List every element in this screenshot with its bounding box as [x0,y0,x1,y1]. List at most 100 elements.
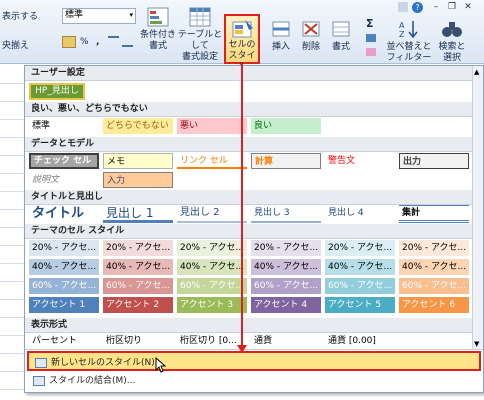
style-warning[interactable]: 警告文 [325,153,395,169]
style-theme-60-6[interactable]: 60% - アクセ... [399,278,469,294]
style-theme-accent-3[interactable]: アクセント 3 [177,297,247,313]
wrap-text-button[interactable]: 表示する [2,9,38,22]
section-titles: タイトルと見出し [25,190,483,205]
conditional-format-label2: 書式 [148,41,167,51]
section-themed: テーマのセル スタイル [25,224,483,239]
style-output[interactable]: 出力 [399,153,469,169]
style-title[interactable]: タイトル [29,205,99,223]
comma-button[interactable]: , [96,37,99,47]
style-heading-3[interactable]: 見出し 3 [251,205,321,223]
section-data-model: データとモデル [25,137,483,152]
style-theme-40-5[interactable]: 40% - アクセ... [325,259,395,275]
style-theme-60-3[interactable]: 60% - アクセ... [177,278,247,294]
style-theme-20-5[interactable]: 20% - アクセ... [325,240,395,256]
style-heading-2[interactable]: 見出し 2 [177,205,247,223]
chevron-down-icon: ▾ [129,11,133,19]
style-theme-40-1[interactable]: 40% - アクセ... [29,259,99,275]
style-theme-accent-5[interactable]: アクセント 5 [325,297,395,313]
cell-styles-button[interactable]: セルの スタイル [224,14,260,72]
autosum-button[interactable]: Σ [366,17,374,30]
svg-text:A: A [399,21,405,30]
format-button[interactable]: 書式 [326,18,356,53]
style-input[interactable]: 入力 [103,172,173,188]
help-icon[interactable]: ? [412,2,423,13]
style-good[interactable]: 良い [251,118,321,134]
style-theme-20-2[interactable]: 20% - アクセ... [103,240,173,256]
style-heading-4[interactable]: 見出し 4 [325,205,395,223]
style-theme-accent-4[interactable]: アクセント 4 [251,297,321,313]
binoculars-icon [442,22,462,37]
mouse-cursor-icon [155,357,167,373]
merge-styles-item[interactable]: スタイルの結合(M)... [27,371,481,391]
style-neutral[interactable]: どちらでもない [103,118,173,134]
restore-icon[interactable]: ❐ [446,2,458,13]
themed-styles-grid: 20% - アクセ... 20% - アクセ... 20% - アクセ... 20% … [25,240,473,322]
merge-styles-icon [33,376,45,386]
collapse-icon[interactable] [398,2,408,12]
sort-filter-button[interactable]: AZ 並べ替えと フィルター [386,18,432,64]
style-theme-40-4[interactable]: 40% - アクセ... [251,259,321,275]
style-total[interactable]: 集計 [399,205,469,223]
style-note[interactable]: メモ [103,153,173,169]
scroll-down-icon[interactable]: ▼ [474,340,479,348]
delete-label: 削除 [301,42,320,52]
style-explanatory[interactable]: 説明文 [29,172,99,188]
insert-label: 挿入 [271,42,290,52]
sort-filter-label1: 並べ替えと [386,42,432,52]
style-hp-heading[interactable]: HP_見出し [29,83,85,100]
style-theme-60-1[interactable]: 60% - アクセ... [29,278,99,294]
style-theme-60-5[interactable]: 60% - アクセ... [325,278,395,294]
style-theme-accent-6[interactable]: アクセント 6 [399,297,469,313]
scroll-up-icon[interactable]: ▲ [474,68,479,76]
increase-decimal-icon[interactable] [108,36,119,47]
conditional-format-button[interactable]: 条件付き 書式 [138,6,178,52]
style-percent[interactable]: パーセント [29,333,99,349]
style-check-cell[interactable]: チェック セル [29,153,99,169]
cell-styles-gallery: ユーザー設定 HP_見出し 良い、悪い、どちらでもない 標準 どちらでもない 悪… [24,65,484,393]
new-cell-style-item[interactable]: 新しいセルのスタイル(N)... [27,351,481,371]
percent-button[interactable]: % [80,37,89,47]
format-as-table-button[interactable]: テーブルとして 書式設定 [176,6,224,63]
format-label: 書式 [331,42,350,52]
style-calculation[interactable]: 計算 [251,153,321,169]
annotation-arrow-head [237,345,247,353]
style-theme-20-3[interactable]: 20% - アクセ... [177,240,247,256]
style-theme-20-4[interactable]: 20% - アクセ... [251,240,321,256]
find-select-label2: 選択 [442,53,461,63]
merge-styles-label: スタイルの結合(M)... [49,376,136,386]
style-comma[interactable]: 桁区切り [103,333,173,349]
style-theme-40-3[interactable]: 40% - アクセ... [177,259,247,275]
currency-icon[interactable] [62,36,76,48]
style-linked-cell[interactable]: リンク セル [177,153,247,169]
style-bad[interactable]: 悪い [177,118,247,134]
style-theme-20-6[interactable]: 20% - アクセ... [399,240,469,256]
style-theme-40-2[interactable]: 40% - アクセ... [103,259,173,275]
style-normal[interactable]: 標準 [29,118,99,134]
style-theme-60-2[interactable]: 60% - アクセ... [103,278,173,294]
style-theme-accent-1[interactable]: アクセント 1 [29,297,99,313]
decrease-decimal-icon[interactable] [122,36,133,47]
style-heading-1[interactable]: 見出し 1 [103,205,173,223]
find-select-button[interactable]: 検索と 選択 [432,18,472,64]
style-theme-accent-2[interactable]: アクセント 2 [103,297,173,313]
window-controls: ? – ❐ ✕ [398,2,482,14]
fill-icon[interactable] [366,34,376,42]
section-good-bad: 良い、悪い、どちらでもない [25,102,483,117]
clear-icon[interactable] [366,48,376,56]
table-format-label1: テーブルとして [177,30,223,51]
table-format-icon [189,7,211,27]
style-currency-0[interactable]: 通貨 [0.00] [325,333,395,349]
number-format-select[interactable]: 標準 ▾ [62,8,136,24]
style-theme-20-1[interactable]: 20% - アクセ... [29,240,99,256]
insert-button[interactable]: 挿入 [266,18,296,53]
close-icon[interactable]: ✕ [462,2,474,13]
merge-center-button[interactable]: 央揃え [2,38,29,51]
style-currency[interactable]: 通貨 [251,333,321,349]
gallery-scrollbar[interactable]: ▲ ▼ [472,66,483,350]
minimize-icon[interactable]: – [430,2,442,13]
style-theme-40-6[interactable]: 40% - アクセ... [399,259,469,275]
format-cells-icon [332,21,350,37]
svg-text:Z: Z [399,30,405,39]
delete-button[interactable]: 削除 [296,18,326,53]
style-theme-60-4[interactable]: 60% - アクセ... [251,278,321,294]
